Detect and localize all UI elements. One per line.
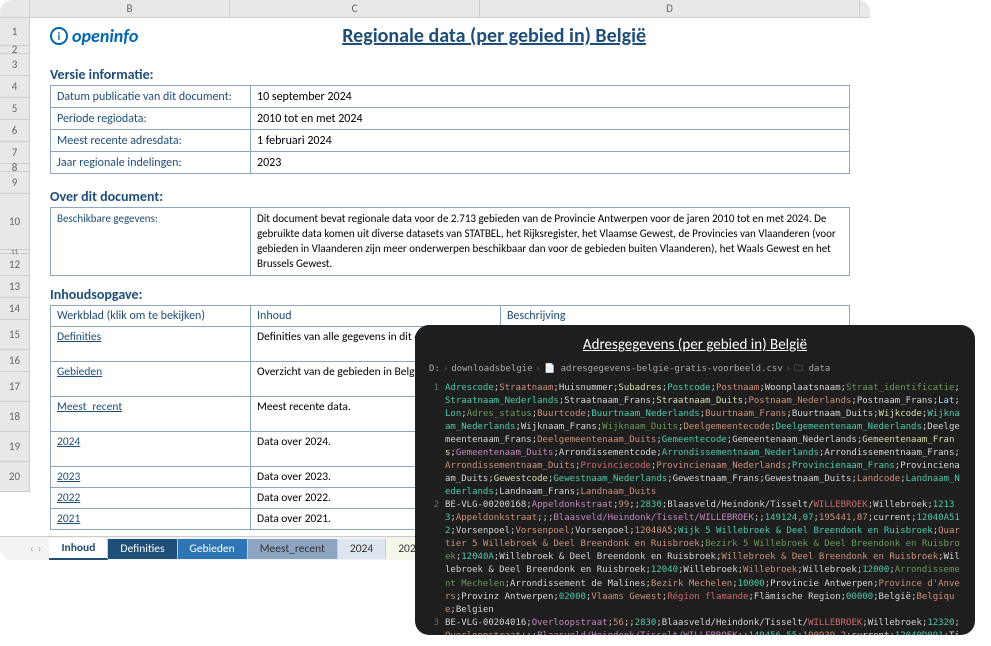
row-header-2[interactable]: 2 bbox=[0, 46, 30, 54]
line-number: 2 bbox=[429, 499, 445, 616]
toc-link-2022[interactable]: 2022 bbox=[51, 488, 251, 509]
toc-link-gebieden[interactable]: Gebieden bbox=[51, 362, 251, 397]
section-version: Versie informatie: bbox=[50, 66, 850, 83]
breadcrumb-folder: downloadsbelgie bbox=[451, 364, 532, 374]
toc-header-desc: Beschrijving bbox=[501, 306, 850, 327]
code-line[interactable]: 3 BE-VLG-00204016;Overloopstraat;56;;283… bbox=[429, 617, 961, 635]
tab-gebieden[interactable]: Gebieden bbox=[178, 539, 248, 559]
breadcrumb[interactable]: D:›downloadsbelgie›📄 adresgegevens-belgi… bbox=[429, 363, 961, 376]
col-header-b[interactable]: B bbox=[30, 0, 230, 17]
row-header-8[interactable]: 8 bbox=[0, 164, 30, 172]
code-content: Adrescode;Straatnaam;Huisnummer;Subadres… bbox=[445, 382, 961, 499]
col-header-c[interactable]: C bbox=[230, 0, 480, 17]
row-header-20[interactable]: 20 bbox=[0, 462, 30, 492]
logo: i openinfo bbox=[50, 25, 138, 47]
row-corner[interactable] bbox=[0, 0, 30, 17]
code-line[interactable]: 1 Adrescode;Straatnaam;Huisnummer;Subadr… bbox=[429, 382, 961, 499]
version-value: 2010 tot en met 2024 bbox=[251, 108, 850, 130]
tab-2024[interactable]: 2024 bbox=[338, 539, 386, 559]
tab-prev-icon[interactable]: ‹ bbox=[30, 542, 34, 555]
version-label: Datum publicatie van dit document: bbox=[51, 86, 251, 108]
code-title: Adresgegevens (per gebied in) België bbox=[429, 335, 961, 357]
tab-next-icon[interactable]: › bbox=[38, 542, 42, 555]
col-header-d[interactable]: D bbox=[480, 0, 860, 17]
page-title: Regionale data (per gebied in) België bbox=[138, 24, 850, 48]
row-header-5[interactable]: 5 bbox=[0, 98, 30, 120]
breadcrumb-section: 🗀 data bbox=[794, 364, 830, 374]
row-header-19[interactable]: 19 bbox=[0, 432, 30, 462]
column-headers: B C D bbox=[0, 0, 870, 18]
toc-link-2023[interactable]: 2023 bbox=[51, 467, 251, 488]
row-header-16[interactable]: 16 bbox=[0, 350, 30, 372]
code-content: BE-VLG-00200168;Appeldonkstraat;99;;2830… bbox=[445, 499, 961, 616]
toc-header-sheet: Werkblad (klik om te bekijken) bbox=[51, 306, 251, 327]
logo-icon: i bbox=[50, 27, 68, 45]
toc-link-definities[interactable]: Definities bbox=[51, 327, 251, 362]
row-header-12[interactable]: 12 bbox=[0, 254, 30, 276]
toc-link-2021[interactable]: 2021 bbox=[51, 509, 251, 530]
row-header-9[interactable]: 9 bbox=[0, 172, 30, 194]
code-line[interactable]: 2 BE-VLG-00200168;Appeldonkstraat;99;;28… bbox=[429, 499, 961, 616]
table-row[interactable]: Meest recente adresdata:1 februari 2024 bbox=[51, 130, 850, 152]
row-header-13[interactable]: 13 bbox=[0, 276, 30, 298]
toc-link-meest-recent[interactable]: Meest_recent bbox=[51, 397, 251, 432]
about-table: Beschikbare gegevens:Dit document bevat … bbox=[50, 207, 850, 276]
about-text: Dit document bevat regionale data voor d… bbox=[251, 208, 850, 276]
version-label: Jaar regionale indelingen: bbox=[51, 152, 251, 174]
tab-nav: ‹ › bbox=[30, 542, 49, 555]
about-label: Beschikbare gegevens: bbox=[51, 208, 251, 276]
row-header-1[interactable]: 1 bbox=[0, 18, 30, 46]
section-toc: Inhoudsopgave: bbox=[50, 286, 850, 303]
row-header-15[interactable]: 15 bbox=[0, 320, 30, 350]
table-row[interactable]: Jaar regionale indelingen:2023 bbox=[51, 152, 850, 174]
row-header-17[interactable]: 17 bbox=[0, 372, 30, 402]
version-label: Meest recente adresdata: bbox=[51, 130, 251, 152]
row-headers: 1 2 3 4 5 6 7 8 9 10 11 12 13 14 15 16 1… bbox=[0, 18, 30, 492]
tab-meest-recent[interactable]: Meest_recent bbox=[248, 539, 338, 559]
code-content: BE-VLG-00204016;Overloopstraat;56;;2830;… bbox=[445, 617, 961, 635]
table-row[interactable]: Beschikbare gegevens:Dit document bevat … bbox=[51, 208, 850, 276]
row-header-10[interactable]: 10 bbox=[0, 194, 30, 250]
logo-text: openinfo bbox=[72, 25, 138, 47]
row-header-3[interactable]: 3 bbox=[0, 54, 30, 76]
breadcrumb-file: 📄 adresgegevens-belgie-gratis-voorbeeld.… bbox=[544, 364, 783, 374]
code-editor-window: Adresgegevens (per gebied in) België D:›… bbox=[415, 325, 975, 635]
tab-inhoud[interactable]: Inhoud bbox=[49, 538, 108, 560]
row-header-14[interactable]: 14 bbox=[0, 298, 30, 320]
table-row[interactable]: Periode regiodata:2010 tot en met 2024 bbox=[51, 108, 850, 130]
tab-definities[interactable]: Definities bbox=[108, 539, 177, 559]
line-number: 1 bbox=[429, 382, 445, 499]
version-value: 2023 bbox=[251, 152, 850, 174]
breadcrumb-drive: D: bbox=[429, 364, 440, 374]
line-number: 3 bbox=[429, 617, 445, 635]
toc-link-2024[interactable]: 2024 bbox=[51, 432, 251, 467]
version-value: 10 september 2024 bbox=[251, 86, 850, 108]
version-table: Datum publicatie van dit document:10 sep… bbox=[50, 85, 850, 174]
table-row[interactable]: Datum publicatie van dit document:10 sep… bbox=[51, 86, 850, 108]
section-about: Over dit document: bbox=[50, 188, 850, 205]
row-header-6[interactable]: 6 bbox=[0, 120, 30, 142]
row-header-4[interactable]: 4 bbox=[0, 76, 30, 98]
row-header-18[interactable]: 18 bbox=[0, 402, 30, 432]
toc-header-content: Inhoud bbox=[251, 306, 501, 327]
version-label: Periode regiodata: bbox=[51, 108, 251, 130]
version-value: 1 februari 2024 bbox=[251, 130, 850, 152]
